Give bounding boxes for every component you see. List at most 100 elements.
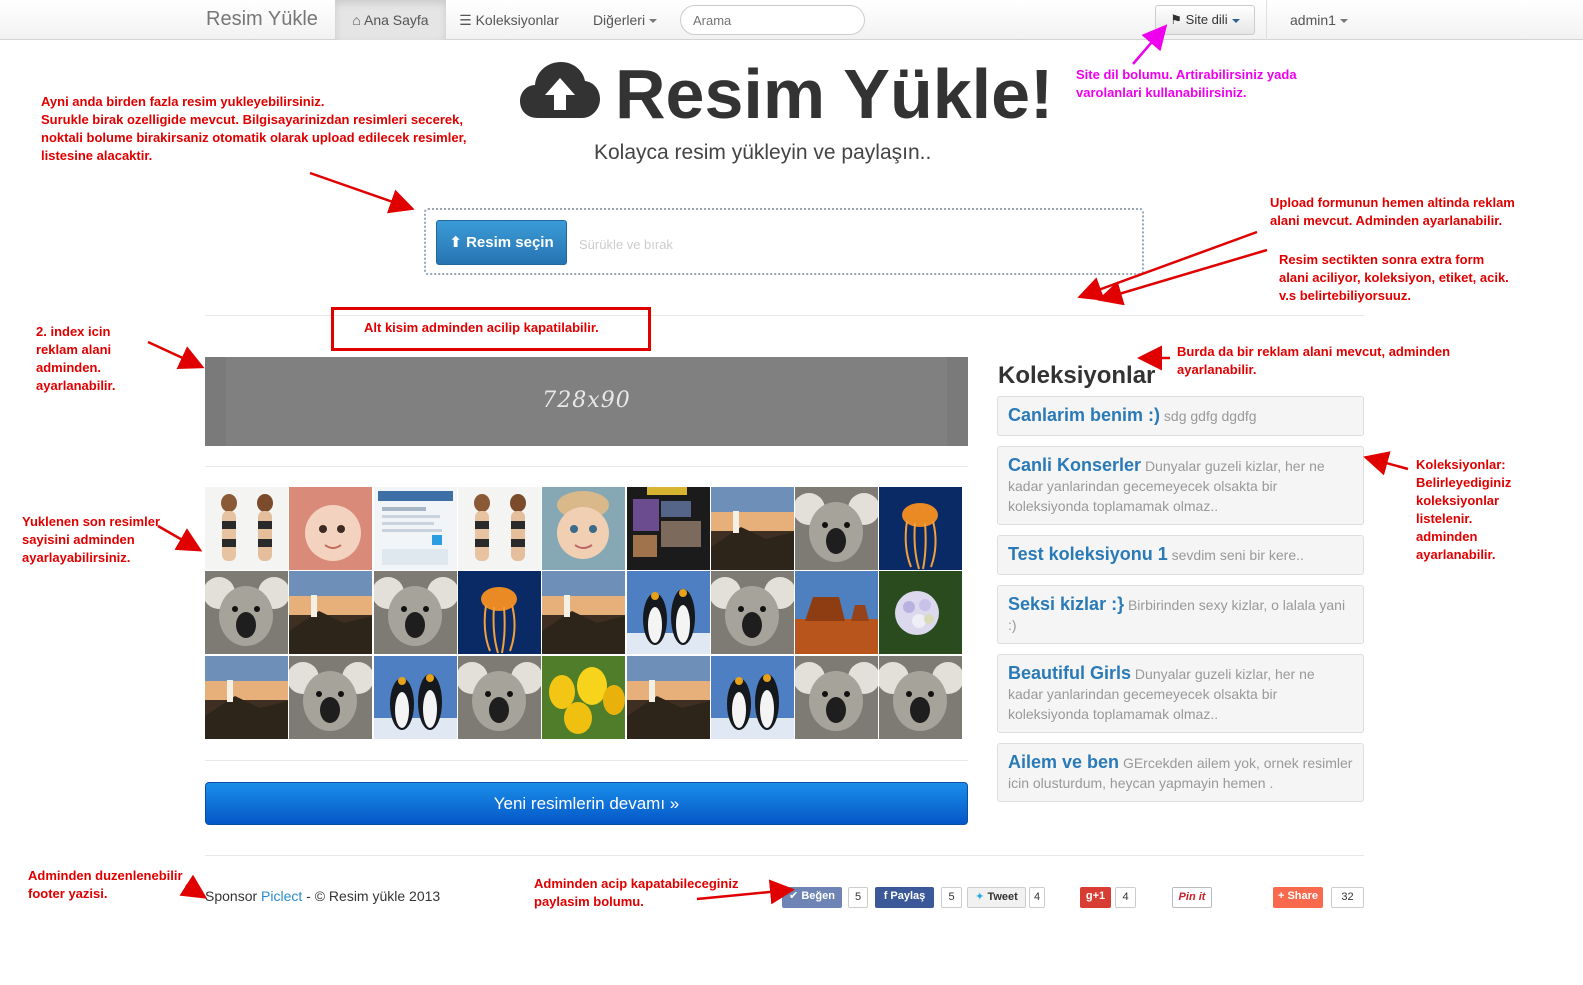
- thumbnail-jellyfish[interactable]: [879, 487, 963, 570]
- like-button[interactable]: ✔ Beğen: [782, 887, 842, 908]
- select-image-button[interactable]: ⬆ Resim seçin: [436, 220, 567, 265]
- thumbnail-child[interactable]: [542, 487, 626, 570]
- ad-size-label: 728x90: [542, 388, 631, 413]
- collection-name[interactable]: Test koleksiyonu 1: [1008, 544, 1168, 564]
- cloud-upload-icon: [520, 62, 600, 118]
- facebook-share-label: Paylaş: [890, 890, 926, 902]
- addthis-share-count: 32: [1331, 887, 1364, 908]
- thumbnail-jellyfish[interactable]: [457, 571, 541, 655]
- thumbnail-lighthouse[interactable]: [289, 571, 373, 655]
- collection-item[interactable]: Canli Konserler Dunyalar guzeli kizlar, …: [997, 446, 1364, 525]
- pinit-button[interactable]: Pin it: [1172, 887, 1212, 908]
- nav-collections-label: Koleksiyonlar: [475, 12, 559, 28]
- annotation-footer: Adminden duzenlenebilir footer yazisi.: [28, 868, 183, 901]
- like-count: 5: [848, 887, 868, 908]
- footer-sponsor-link[interactable]: Piclect: [261, 888, 302, 904]
- collection-name[interactable]: Ailem ve ben: [1008, 752, 1119, 772]
- facebook-share-count: 5: [941, 887, 962, 908]
- search-input[interactable]: [680, 5, 865, 35]
- thumbnail-koala[interactable]: [795, 487, 879, 570]
- check-icon: ✔: [789, 890, 799, 902]
- annotation-toggle-bottom: Alt kisim adminden acilip kapatilabilir.: [364, 320, 599, 335]
- more-images-button[interactable]: Yeni resimlerin devamı »: [205, 782, 968, 825]
- thumbnail-lighthouse[interactable]: [205, 655, 288, 739]
- site-language-button[interactable]: ⚑ Site dili: [1155, 5, 1255, 35]
- user-menu-label: admin1: [1290, 12, 1336, 28]
- collection-item[interactable]: Beautiful Girls Dunyalar guzeli kizlar, …: [997, 654, 1364, 733]
- upload-icon: ⬆: [449, 234, 462, 251]
- addthis-share-label: Share: [1287, 890, 1319, 902]
- facebook-share-button[interactable]: f Paylaş: [875, 887, 934, 908]
- thumbnail-lighthouse[interactable]: [710, 487, 794, 570]
- nav-home[interactable]: ⌂ Ana Sayfa: [335, 0, 446, 40]
- nav-home-label: Ana Sayfa: [363, 12, 429, 28]
- collection-desc: sdg gdfg dgdfg: [1163, 408, 1257, 424]
- thumbnail-penguins[interactable]: [710, 655, 794, 739]
- arrow: [147, 340, 205, 369]
- list-icon: ☰: [459, 12, 472, 28]
- facebook-icon: f: [883, 890, 888, 902]
- collection-item[interactable]: Ailem ve ben GErcekden ailem yok, ornek …: [997, 743, 1364, 802]
- arrow: [179, 874, 208, 899]
- thumbnail-penguins[interactable]: [626, 571, 710, 655]
- chevron-down-icon: [1231, 18, 1240, 23]
- collection-item[interactable]: Canlarim benim :) sdg gdfg dgdfg: [997, 396, 1364, 436]
- annotation-index-ad: 2. index icin reklam alani adminden. aya…: [36, 324, 116, 393]
- site-language-label: Site dili: [1185, 12, 1228, 27]
- nav-collections[interactable]: ☰ Koleksiyonlar: [448, 0, 570, 40]
- collection-name[interactable]: Seksi kizlar :}: [1008, 594, 1124, 614]
- thumbnail-girl-bikini[interactable]: [457, 487, 541, 570]
- nav-others-label: Diğerleri: [592, 12, 646, 28]
- arrow: [1363, 451, 1409, 476]
- annotation-upload-ad: Upload formunun hemen altinda reklam ala…: [1270, 195, 1515, 228]
- drag-drop-hint: Sürükle ve bırak: [579, 237, 673, 252]
- gplus-count: 4: [1115, 887, 1136, 908]
- annotation-side-ad: Burda da bir reklam alani mevcut, admind…: [1177, 344, 1451, 377]
- thumbnail-lighthouse[interactable]: [542, 571, 626, 655]
- arrow: [309, 171, 415, 214]
- thumbnail-hydrangea[interactable]: [879, 571, 963, 655]
- thumbnail-koala[interactable]: [710, 571, 794, 655]
- thumbnail-collage[interactable]: [626, 487, 710, 570]
- collection-name[interactable]: Canlarim benim :): [1008, 405, 1160, 425]
- brand-logo[interactable]: Resim Yükle: [206, 8, 318, 31]
- thumbnail-lighthouse[interactable]: [626, 655, 710, 739]
- thumbnail-koala[interactable]: [457, 655, 541, 739]
- thumbnail-girl-bikini[interactable]: [205, 487, 288, 570]
- divider: [205, 855, 1364, 856]
- footer-text: Sponsor Piclect - © Resim yükle 2013: [205, 888, 440, 904]
- user-menu[interactable]: admin1: [1290, 0, 1348, 40]
- tweet-label: Tweet: [987, 891, 1018, 903]
- collections-title: Koleksiyonlar: [998, 362, 1156, 389]
- thumbnail-koala[interactable]: [205, 571, 288, 655]
- nav-divider: [1266, 0, 1267, 40]
- collection-name[interactable]: Beautiful Girls: [1008, 663, 1131, 683]
- collection-item[interactable]: Seksi kizlar :} Birbirinden sexy kizlar,…: [997, 585, 1364, 644]
- annotation-multi-upload: Ayni anda birden fazla resim yukleyebili…: [41, 94, 467, 163]
- tweet-button[interactable]: ✦ Tweet: [967, 887, 1026, 908]
- collection-item[interactable]: Test koleksiyonu 1 sevdim seni bir kere.…: [997, 535, 1364, 575]
- annotation-last-images: Yuklenen son resimler sayisini adminden …: [22, 514, 161, 565]
- annotation-share: Adminden acip kapatabileceginiz paylasim…: [534, 876, 739, 909]
- thumbnail-koala[interactable]: [879, 655, 963, 739]
- collection-name[interactable]: Canli Konserler: [1008, 455, 1141, 475]
- page-subtitle: Kolayca resim yükleyin ve paylaşın..: [594, 141, 932, 164]
- thumbnail-penguins[interactable]: [373, 655, 457, 739]
- thumbnail-koala[interactable]: [795, 655, 879, 739]
- gplus-button[interactable]: g+1: [1080, 887, 1111, 908]
- thumbnail-tulips[interactable]: [542, 655, 626, 739]
- thumbnail-desert[interactable]: [795, 571, 879, 655]
- thumbnail-baby[interactable]: [289, 487, 373, 570]
- nav-others-dropdown[interactable]: Diğerleri: [580, 0, 670, 40]
- plus-icon: +: [1277, 890, 1285, 902]
- twitter-icon: ✦: [975, 891, 985, 903]
- addthis-share-button[interactable]: + Share: [1273, 887, 1323, 908]
- page-title: Resim Yükle!: [615, 55, 1054, 133]
- recent-images-grid: [205, 487, 964, 740]
- chevron-down-icon: [649, 19, 658, 24]
- tweet-count: 4: [1029, 887, 1045, 908]
- top-navbar: Resim Yükle ⌂ Ana Sayfa ☰ Koleksiyonlar …: [0, 0, 1583, 40]
- thumbnail-koala[interactable]: [373, 571, 457, 655]
- thumbnail-koala[interactable]: [289, 655, 373, 739]
- thumbnail-screenshot[interactable]: [373, 487, 457, 570]
